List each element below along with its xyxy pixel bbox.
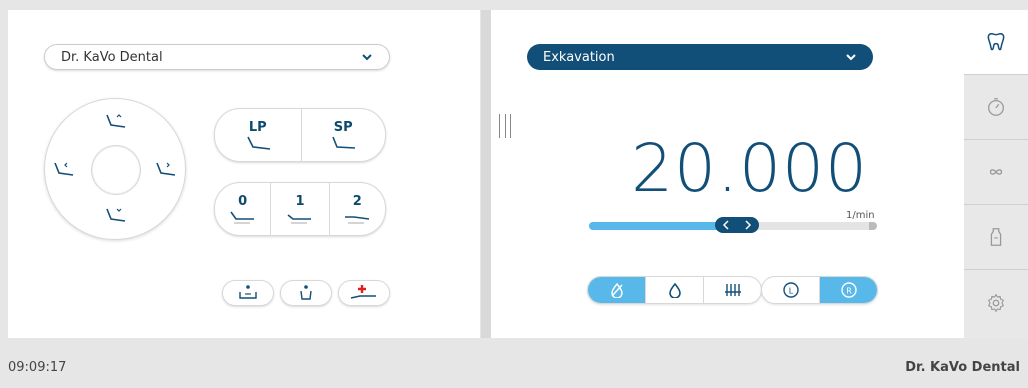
sidebar-item-settings[interactable] xyxy=(964,270,1028,335)
tooth-icon xyxy=(987,33,1005,51)
speed-unit: 1/min xyxy=(846,210,875,221)
position-sp-label: SP xyxy=(333,119,353,135)
position-2-label: 2 xyxy=(352,193,362,209)
speed-value: 20.000 xyxy=(631,130,868,207)
sidebar xyxy=(964,10,1028,338)
timer-icon xyxy=(988,98,1004,116)
sidebar-item-timer[interactable] xyxy=(964,75,1028,140)
chevron-down-icon xyxy=(362,54,372,61)
rotation-direction-group: L R xyxy=(761,276,878,304)
chevron-left-icon xyxy=(722,220,729,230)
cup-fill-button[interactable] xyxy=(222,280,274,306)
coolant-water-button[interactable] xyxy=(646,277,704,303)
chair-up-icon[interactable] xyxy=(103,111,127,131)
chevron-down-icon xyxy=(846,54,856,61)
sidebar-item-treatment[interactable] xyxy=(964,10,1028,75)
dial-center xyxy=(91,145,141,195)
rotation-right-button[interactable]: R xyxy=(820,277,877,303)
sidebar-item-hygiene[interactable] xyxy=(964,140,1028,205)
status-bar: 09:09:17 Dr. KaVo Dental xyxy=(0,346,1028,388)
chevron-right-icon xyxy=(745,220,751,230)
instrument-dropdown[interactable]: Exkavation xyxy=(527,44,873,70)
chair-recline-icon xyxy=(332,136,356,149)
speed-slider-fill xyxy=(589,222,735,230)
profile-dropdown[interactable]: Dr. KaVo Dental xyxy=(44,44,390,70)
profile-dropdown-label: Dr. KaVo Dental xyxy=(61,49,163,65)
sidebar-item-disinfection[interactable] xyxy=(964,205,1028,270)
position-sp-button[interactable]: SP xyxy=(302,109,386,161)
position-0-label: 0 xyxy=(238,193,248,209)
position-1-label: 1 xyxy=(295,193,305,209)
speed-slider-thumb[interactable] xyxy=(714,217,759,233)
coolant-off-button[interactable] xyxy=(588,277,646,303)
instrument-dropdown-label: Exkavation xyxy=(543,49,615,65)
memory-positions-group: 0 1 2 xyxy=(214,182,386,236)
panel-divider[interactable] xyxy=(481,10,491,338)
coolant-spray-button[interactable] xyxy=(704,277,761,303)
svg-text:L: L xyxy=(788,287,793,296)
rotation-left-icon: L xyxy=(782,282,799,298)
water-drop-icon xyxy=(668,282,681,298)
chair-control-panel: Dr. KaVo Dental LP SP 0 1 2 xyxy=(8,10,480,338)
coolant-mode-group xyxy=(587,276,762,304)
bottle-icon xyxy=(990,228,1002,246)
chair-recline-icon xyxy=(247,136,270,150)
chair-down-icon[interactable] xyxy=(103,205,127,225)
speed-slider-end xyxy=(869,222,877,230)
chair-forward-icon[interactable] xyxy=(153,159,177,179)
chair-position-icon xyxy=(230,211,254,223)
position-1-button[interactable]: 1 xyxy=(271,183,330,235)
svg-text:R: R xyxy=(846,287,852,296)
rotation-left-button[interactable]: L xyxy=(762,277,820,303)
no-water-icon xyxy=(610,282,623,298)
drag-handle-icon[interactable] xyxy=(499,114,511,138)
status-user: Dr. KaVo Dental xyxy=(905,359,1020,375)
speed-slider[interactable] xyxy=(589,217,877,233)
chair-position-icon xyxy=(345,215,370,223)
spray-icon xyxy=(724,284,741,296)
position-0-button[interactable]: 0 xyxy=(215,183,272,235)
position-lp-button[interactable]: LP xyxy=(215,109,302,161)
emergency-position-icon xyxy=(350,285,376,299)
position-2-button[interactable]: 2 xyxy=(330,183,385,235)
chair-position-icon xyxy=(287,213,311,223)
emergency-position-button[interactable] xyxy=(338,280,390,306)
chair-back-icon[interactable] xyxy=(51,159,75,179)
rotation-right-icon: R xyxy=(840,282,857,298)
position-lp-label: LP xyxy=(248,119,267,135)
settings-icon xyxy=(987,293,1005,312)
cup-fill-icon xyxy=(239,285,257,299)
status-time: 09:09:17 xyxy=(8,359,67,375)
chair-direction-dial xyxy=(44,98,186,240)
instrument-panel: Exkavation 20.000 1/min L R xyxy=(491,10,964,338)
cup-icon xyxy=(300,285,312,300)
infinity-icon xyxy=(989,169,1003,175)
cup-button[interactable] xyxy=(280,280,332,306)
preset-positions-group: LP SP xyxy=(214,108,386,162)
